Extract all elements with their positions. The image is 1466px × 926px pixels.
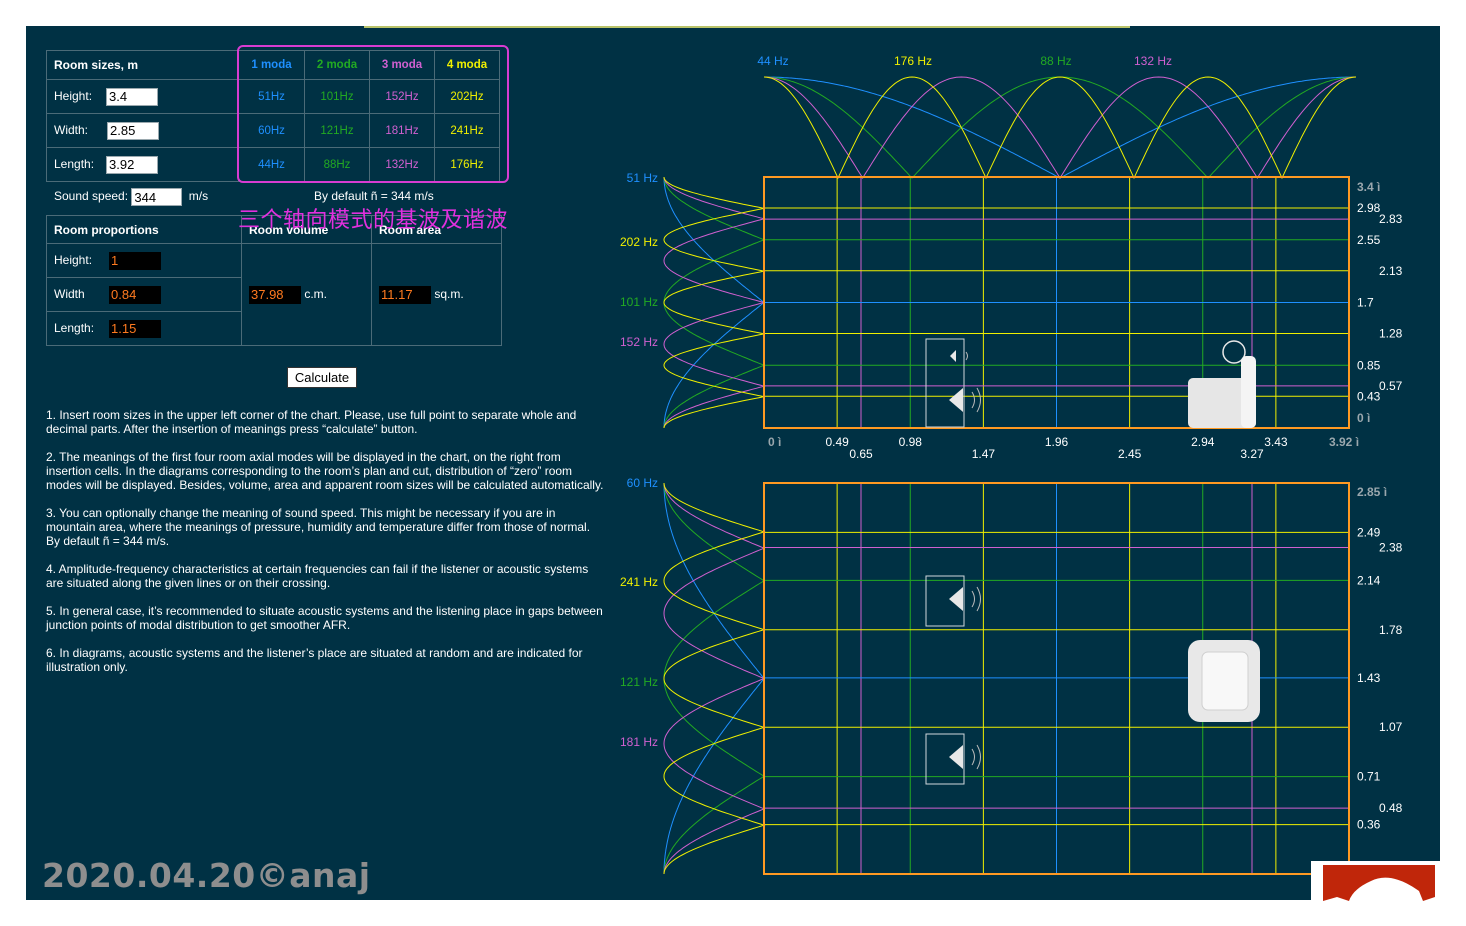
room-modes-calculator: Room sizes, m 1 moda 2 moda 3 moda 4 mod… (26, 26, 1440, 900)
y-tick-label: 2.38 (1379, 540, 1403, 554)
y-tick-label: 2.49 (1357, 525, 1381, 539)
frequency-label: 44 Hz (757, 54, 788, 68)
plan-mode-lines (764, 483, 1349, 874)
mode-wave (663, 176, 766, 429)
x-tick-label: 0.98 (899, 435, 923, 449)
cut-frequency-labels: 51 Hz 202 Hz 101 Hz 152 Hz (620, 171, 658, 349)
y-tick-label: 2.13 (1379, 264, 1403, 278)
x-tick-label: 2.94 (1191, 435, 1215, 449)
mode-wave (663, 482, 766, 875)
cut-mode-lines (764, 177, 1349, 428)
plan-axis-labels: 2.492.38 2.14 1.78 1.43 1.07 0.71 0.48 0.36 2.85… (1357, 485, 1403, 832)
armchair-top-icon (1188, 640, 1260, 722)
height-mode-waves (663, 176, 766, 429)
x-tick-label: 3.27 (1240, 447, 1264, 461)
x-tick-label: 0.65 (849, 447, 873, 461)
y-tick-label: 1.43 (1357, 671, 1381, 685)
frequency-label: 60 Hz (627, 476, 658, 490)
frequency-label: 88 Hz (1040, 54, 1071, 68)
frequency-label: 132 Hz (1134, 54, 1172, 68)
length-mode-waves (763, 76, 1357, 180)
plan-frequency-labels: 60 Hz 241 Hz 121 Hz 181 Hz (620, 476, 658, 749)
y-tick-label: 1.28 (1379, 327, 1403, 341)
x-tick-label: 0.49 (825, 435, 849, 449)
frequency-label: 181 Hz (620, 735, 658, 749)
frequency-label: 241 Hz (620, 575, 658, 589)
frequency-label: 152 Hz (620, 335, 658, 349)
length-mode-wave (763, 76, 1357, 179)
site-logo (1311, 861, 1466, 926)
frequency-label: 176 Hz (894, 54, 932, 68)
x-tick-label: 1.47 (972, 447, 996, 461)
y-tick-label: 1.78 (1379, 623, 1403, 637)
y-tick-label: 0.43 (1357, 389, 1381, 403)
y-tick-label: 2.83 (1379, 212, 1403, 226)
y-tick-label: 2.98 (1357, 201, 1381, 215)
x-tick-label: 1.96 (1045, 435, 1069, 449)
width-mode-waves (663, 482, 766, 875)
y-tick-label: 0.71 (1357, 770, 1381, 784)
top-frequency-labels: 44 Hz 176 Hz 88 Hz 132 Hz (757, 54, 1172, 68)
y-tick-label: 0.48 (1379, 801, 1403, 815)
speaker-icon (925, 338, 981, 428)
armchair-side-icon (1188, 340, 1256, 428)
y-end-label: 3.4 ì (1357, 180, 1380, 194)
y-tick-label: 0.57 (1379, 379, 1403, 393)
x-end-label: 0 ì (768, 435, 781, 449)
y-tick-label: 2.14 (1357, 573, 1381, 587)
frequency-label: 51 Hz (627, 171, 658, 185)
x-end-label: 3.92 ì (1329, 435, 1359, 449)
y-tick-label: 0.36 (1357, 818, 1381, 832)
y-tick-label: 2.55 (1357, 233, 1381, 247)
x-tick-label: 2.45 (1118, 447, 1142, 461)
y-tick-label: 1.07 (1379, 720, 1403, 734)
y-end-label: 0 ì (1357, 411, 1370, 425)
y-tick-label: 1.7 (1357, 296, 1374, 310)
speaker-icon (925, 575, 981, 627)
frequency-label: 121 Hz (620, 675, 658, 689)
x-tick-label: 3.43 (1264, 435, 1288, 449)
y-tick-label: 0.85 (1357, 358, 1381, 372)
room-mode-diagrams: 0.490.65 0.98 1.47 1.96 2.45 2.94 3.273.43 2.98… (620, 54, 1403, 875)
cut-axis-labels: 0.490.65 0.98 1.47 1.96 2.45 2.94 3.273.43 2.98… (768, 180, 1403, 461)
y-end-label: 2.85 ì (1357, 485, 1387, 499)
frequency-label: 202 Hz (620, 235, 658, 249)
frequency-label: 101 Hz (620, 295, 658, 309)
